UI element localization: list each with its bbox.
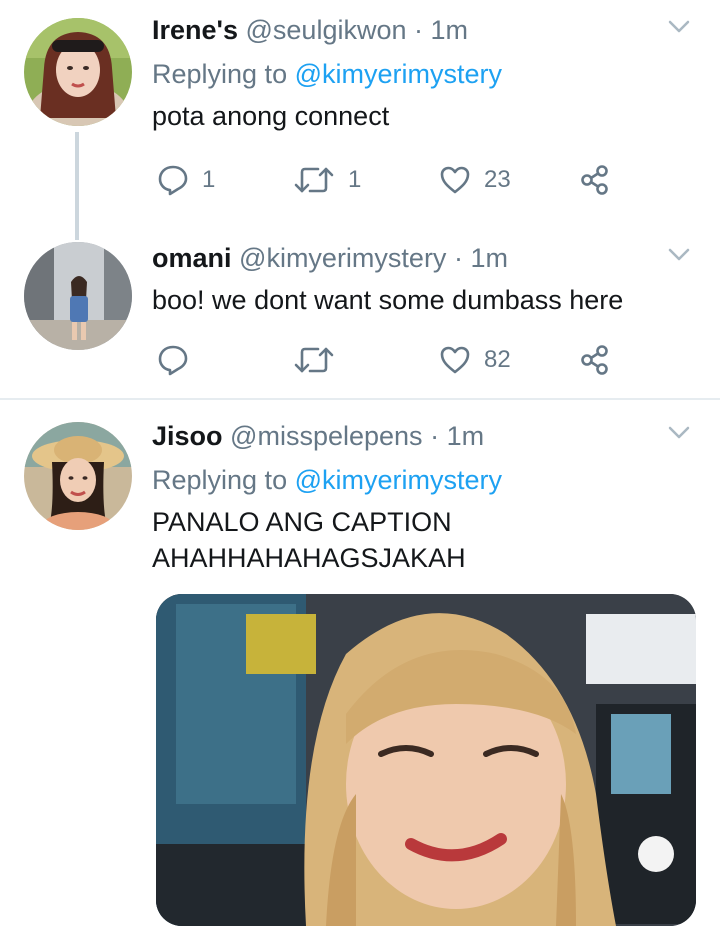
avatar-irene[interactable] (24, 18, 132, 126)
user-handle[interactable]: @seulgikwon (246, 15, 407, 45)
retweet-count: 1 (348, 166, 362, 193)
avatar-jisoo[interactable] (24, 422, 132, 530)
tweet-text: pota anong connect (152, 101, 390, 131)
like-icon (440, 166, 470, 194)
timestamp[interactable]: 1m (431, 15, 469, 45)
chevron-down-icon[interactable] (668, 20, 690, 34)
tweet-2[interactable]: omani @kimyerimystery · 1m boo! we dont … (0, 230, 720, 398)
tweet-header: Irene's @seulgikwon · 1m (152, 15, 469, 45)
retweet-icon (294, 347, 334, 373)
replying-to: Replying to @kimyerimystery (152, 59, 503, 89)
user-handle[interactable]: @kimyerimystery (239, 243, 446, 273)
thread-connector (75, 132, 79, 240)
share-button[interactable] (578, 340, 612, 380)
reply-icon (158, 165, 188, 196)
display-name[interactable]: omani (152, 243, 232, 273)
like-icon (440, 346, 470, 374)
tweet-media-image[interactable] (156, 594, 696, 926)
timestamp[interactable]: 1m (470, 243, 508, 273)
retweet-button[interactable] (292, 340, 348, 380)
tweet-actions: 1 1 23 (152, 160, 632, 200)
avatar-omani[interactable] (24, 242, 132, 350)
replying-to: Replying to @kimyerimystery (152, 465, 503, 495)
like-button[interactable]: 23 (438, 160, 511, 200)
display-name[interactable]: Irene's (152, 15, 238, 45)
reply-button[interactable] (156, 340, 202, 380)
tweet-feed: Irene's @seulgikwon · 1m Replying to @ki… (0, 0, 720, 940)
tweet-text: PANALO ANG CAPTION AHAHHAHAHAGSJAKAH (152, 504, 690, 576)
mention-link[interactable]: @kimyerimystery (295, 59, 502, 89)
tweet-text: boo! we dont want some dumbass here (152, 285, 624, 315)
chevron-down-icon[interactable] (668, 426, 690, 440)
like-count: 23 (484, 166, 511, 193)
tweet-1[interactable]: Irene's @seulgikwon · 1m Replying to @ki… (0, 0, 720, 240)
mention-link[interactable]: @kimyerimystery (295, 465, 502, 495)
user-handle[interactable]: @misspelepens (230, 421, 423, 451)
display-name[interactable]: Jisoo (152, 421, 223, 451)
chevron-down-icon[interactable] (668, 248, 690, 262)
reply-icon (158, 345, 188, 376)
like-button[interactable]: 82 (438, 340, 511, 380)
share-icon (581, 345, 608, 375)
tweet-text-line: AHAHHAHAHAGSJAKAH (152, 543, 466, 573)
retweet-button[interactable]: 1 (292, 160, 361, 200)
reply-count: 1 (202, 166, 216, 193)
tweet-text-line: PANALO ANG CAPTION (152, 507, 452, 537)
like-count: 82 (484, 346, 511, 373)
retweet-icon (294, 167, 334, 193)
share-icon (581, 165, 608, 195)
tweet-header: Jisoo @misspelepens · 1m (152, 421, 485, 451)
share-button[interactable] (578, 160, 612, 200)
tweet-header: omani @kimyerimystery · 1m (152, 243, 508, 273)
tweet-actions: 82 (152, 340, 632, 380)
timestamp[interactable]: 1m (447, 421, 485, 451)
reply-button[interactable]: 1 (156, 160, 215, 200)
